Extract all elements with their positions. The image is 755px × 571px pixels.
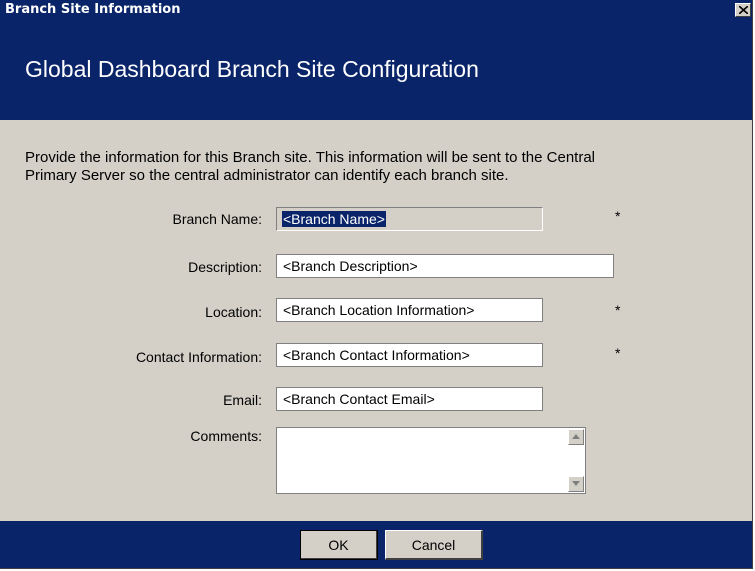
intro-line-2: Primary Server so the central administra… bbox=[25, 167, 509, 184]
page-title: Global Dashboard Branch Site Configurati… bbox=[25, 56, 479, 82]
close-icon bbox=[739, 6, 748, 14]
intro-text: Provide the information for this Branch … bbox=[25, 149, 735, 185]
location-label: Location: bbox=[205, 304, 262, 320]
contact-required-marker: * bbox=[615, 345, 621, 361]
ok-button[interactable]: OK bbox=[300, 530, 378, 560]
close-button[interactable] bbox=[735, 3, 751, 17]
arrow-down-icon bbox=[572, 481, 580, 486]
header-banner: Global Dashboard Branch Site Configurati… bbox=[0, 22, 752, 120]
location-required-marker: * bbox=[615, 302, 621, 318]
window-title: Branch Site Information bbox=[5, 2, 181, 17]
title-bar[interactable]: Branch Site Information bbox=[0, 0, 752, 22]
cancel-button[interactable]: Cancel bbox=[385, 530, 483, 560]
comments-textarea[interactable] bbox=[277, 428, 567, 493]
email-input[interactable] bbox=[276, 387, 543, 411]
intro-line-1: Provide the information for this Branch … bbox=[25, 149, 595, 166]
branch-name-value: <Branch Name> bbox=[282, 211, 386, 227]
branch-name-label: Branch Name: bbox=[172, 211, 262, 227]
description-label: Description: bbox=[188, 259, 262, 275]
scroll-down-button[interactable] bbox=[568, 476, 584, 492]
branch-site-dialog: Branch Site Information Global Dashboard… bbox=[0, 0, 753, 569]
contact-information-input[interactable] bbox=[276, 343, 543, 367]
email-label: Email: bbox=[223, 392, 262, 408]
location-input[interactable] bbox=[276, 298, 543, 322]
scroll-up-button[interactable] bbox=[568, 429, 584, 445]
description-input[interactable] bbox=[276, 254, 614, 278]
branch-name-required-marker: * bbox=[615, 208, 621, 224]
comments-scrollbar[interactable] bbox=[567, 428, 585, 493]
comments-field bbox=[276, 427, 586, 494]
branch-name-field[interactable]: <Branch Name> bbox=[276, 207, 543, 231]
comments-label: Comments: bbox=[190, 428, 262, 444]
arrow-up-icon bbox=[572, 434, 580, 439]
contact-information-label: Contact Information: bbox=[135, 349, 262, 365]
